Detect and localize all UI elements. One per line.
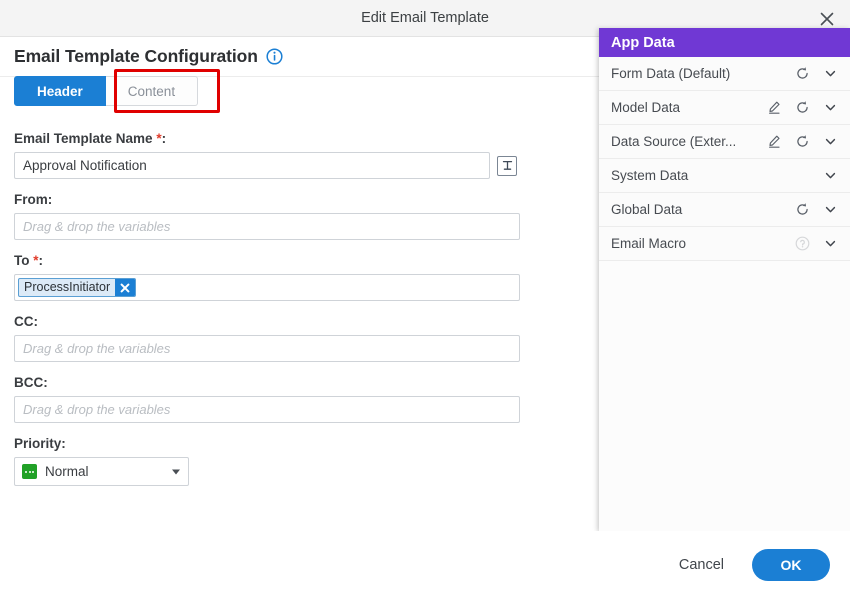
help-icon <box>794 236 810 252</box>
label-cc: CC: <box>14 314 38 329</box>
label-from: From: <box>14 192 53 207</box>
cc-input[interactable]: Drag & drop the variables <box>14 335 520 362</box>
refresh-icon-slot <box>794 168 810 184</box>
app-data-row[interactable]: Data Source (Exter... <box>599 125 850 159</box>
info-icon[interactable] <box>266 48 283 65</box>
chevron-down-icon[interactable] <box>822 134 838 150</box>
priority-normal-icon <box>22 464 37 479</box>
label-priority-text: Priority <box>14 436 62 451</box>
edit-pencil-icon-slot <box>766 168 782 184</box>
cc-placeholder: Drag & drop the variables <box>23 341 171 356</box>
chevron-down-icon <box>172 469 180 474</box>
label-cc-text: CC <box>14 314 34 329</box>
from-placeholder: Drag & drop the variables <box>23 219 171 234</box>
app-data-row-actions <box>766 100 838 116</box>
required-marker: * <box>156 131 162 146</box>
app-data-row-actions <box>766 236 838 252</box>
label-bcc: BCC: <box>14 375 48 390</box>
chevron-down-icon[interactable] <box>822 66 838 82</box>
bcc-placeholder: Drag & drop the variables <box>23 402 171 417</box>
label-to-text: To <box>14 253 30 268</box>
field-cc: CC: Drag & drop the variables <box>14 314 554 362</box>
app-data-row-actions <box>766 66 838 82</box>
tab-content[interactable]: Content <box>105 76 199 106</box>
field-from: From: Drag & drop the variables <box>14 192 554 240</box>
edit-email-template-dialog: Edit Email Template Email Template Confi… <box>0 0 850 599</box>
edit-pencil-icon-slot <box>766 236 782 252</box>
app-data-header: App Data <box>599 28 850 57</box>
chevron-down-icon[interactable] <box>822 236 838 252</box>
app-data-row-actions <box>766 202 838 218</box>
template-name-input[interactable]: Approval Notification <box>14 152 490 179</box>
app-data-row-actions <box>766 168 838 184</box>
chip-process-initiator[interactable]: ProcessInitiator <box>18 278 137 297</box>
app-data-row[interactable]: Email Macro <box>599 227 850 261</box>
app-data-row-label: Email Macro <box>611 236 687 251</box>
chevron-down-icon[interactable] <box>822 100 838 116</box>
priority-value: Normal <box>45 464 89 479</box>
field-priority: Priority: Normal <box>14 436 554 486</box>
label-template-name-text: Email Template Name <box>14 131 153 146</box>
app-data-row[interactable]: Global Data <box>599 193 850 227</box>
app-data-row-actions <box>766 134 838 150</box>
page-title: Email Template Configuration <box>14 46 258 66</box>
tab-header[interactable]: Header <box>14 76 106 106</box>
page-title-row: Email Template Configuration <box>14 46 283 67</box>
app-data-row-list: Form Data (Default) Model Data Data Source… <box>599 57 850 261</box>
chip-label: ProcessInitiator <box>24 280 111 294</box>
ok-button[interactable]: OK <box>752 549 830 581</box>
app-data-row-label: Global Data <box>611 202 683 217</box>
app-data-row-label: System Data <box>611 168 689 183</box>
tab-bar: Header Content <box>14 76 199 106</box>
app-data-row[interactable]: Form Data (Default) <box>599 57 850 91</box>
chevron-down-icon[interactable] <box>822 168 838 184</box>
refresh-icon[interactable] <box>794 66 810 82</box>
app-data-panel: App Data Form Data (Default) Model Data Da… <box>599 28 850 531</box>
close-icon[interactable] <box>115 279 136 296</box>
refresh-icon[interactable] <box>794 202 810 218</box>
label-template-name: Email Template Name *: <box>14 131 167 146</box>
edit-pencil-icon[interactable] <box>766 100 782 116</box>
app-data-row-label: Data Source (Exter... <box>611 134 737 149</box>
app-data-row[interactable]: Model Data <box>599 91 850 125</box>
template-name-row: Approval Notification <box>14 152 554 179</box>
app-data-row-label: Model Data <box>611 100 681 115</box>
label-bcc-text: BCC <box>14 375 44 390</box>
edit-pencil-icon-slot <box>766 202 782 218</box>
app-data-row[interactable]: System Data <box>599 159 850 193</box>
label-from-text: From <box>14 192 48 207</box>
text-insert-icon[interactable] <box>497 155 517 176</box>
refresh-icon[interactable] <box>794 134 810 150</box>
edit-pencil-icon-slot <box>766 66 782 82</box>
to-input[interactable]: ProcessInitiator <box>14 274 520 301</box>
edit-pencil-icon[interactable] <box>766 134 782 150</box>
app-data-row-label: Form Data (Default) <box>611 66 731 81</box>
field-bcc: BCC: Drag & drop the variables <box>14 375 554 423</box>
label-priority: Priority: <box>14 436 66 451</box>
required-marker: * <box>33 253 39 268</box>
chevron-down-icon[interactable] <box>822 202 838 218</box>
app-data-title: App Data <box>611 34 675 51</box>
field-to: To *: ProcessInitiator <box>14 253 554 301</box>
refresh-icon[interactable] <box>794 100 810 116</box>
main-pane: Email Template Configuration Header Cont… <box>0 37 600 599</box>
priority-select[interactable]: Normal <box>14 457 189 486</box>
cancel-button[interactable]: Cancel <box>669 551 734 579</box>
bcc-input[interactable]: Drag & drop the variables <box>14 396 520 423</box>
from-input[interactable]: Drag & drop the variables <box>14 213 520 240</box>
dialog-footer: Cancel OK <box>0 531 850 599</box>
field-template-name: Email Template Name *: Approval Notifica… <box>14 131 554 179</box>
label-to: To *: <box>14 253 44 268</box>
email-template-form: Email Template Name *: Approval Notifica… <box>14 131 554 499</box>
